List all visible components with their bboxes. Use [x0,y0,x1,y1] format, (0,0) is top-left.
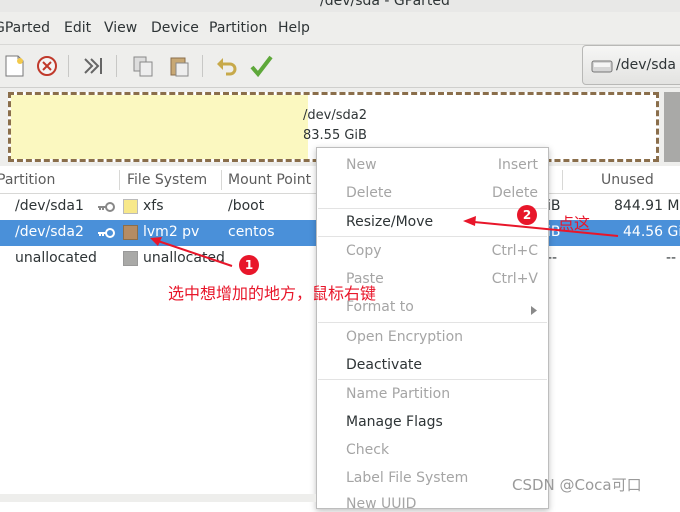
status-bar [0,494,316,502]
step2-badge: 2 [517,205,537,225]
watermark: CSDN @Coca可口 [512,476,642,494]
annotation-arrows [150,216,619,267]
step1-arrow [157,240,233,267]
step1-badge: 1 [239,255,259,275]
step2-arrowhead [463,216,476,226]
step1-annotation: 选中想增加的地方，鼠标右键 [168,284,377,303]
step2-arrow [473,221,619,237]
step2-annotation: 点这 [558,214,591,233]
